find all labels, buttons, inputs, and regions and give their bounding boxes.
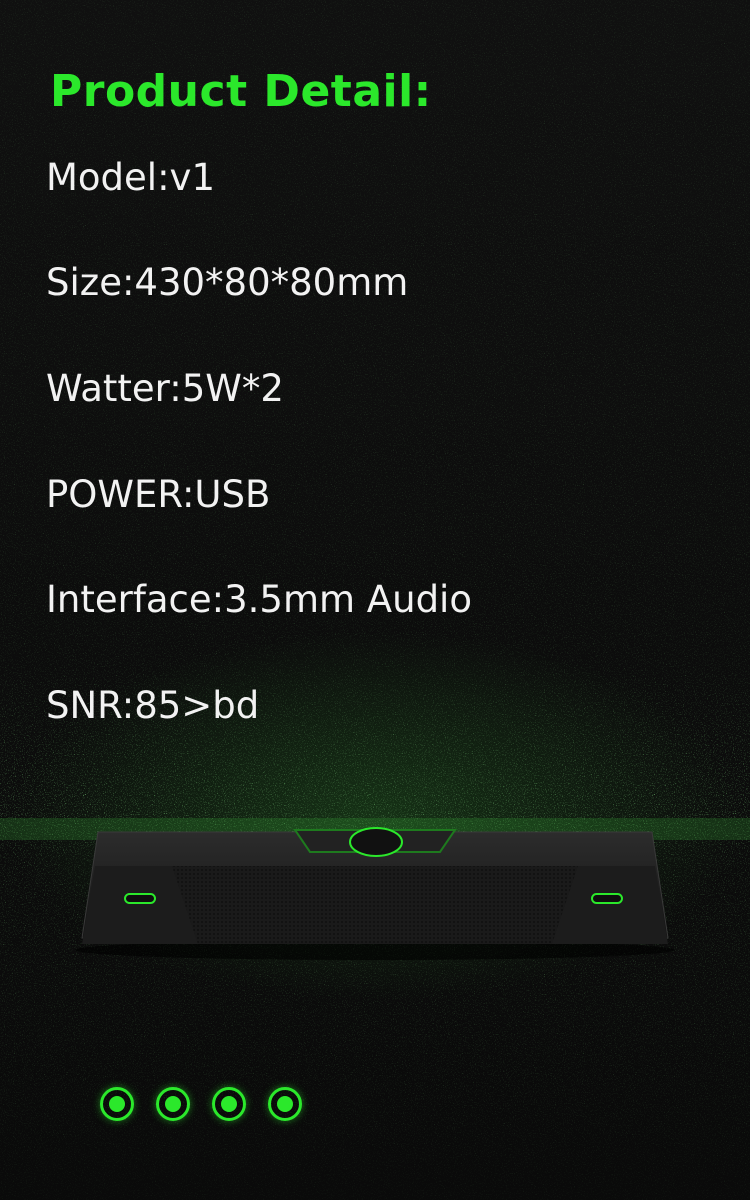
spec-snr: SNR:85>bd <box>46 684 260 727</box>
dot-fill <box>109 1096 125 1112</box>
spec-model: Model:v1 <box>46 156 215 199</box>
carousel-dot-1[interactable] <box>100 1087 134 1121</box>
soundbar-speaker-image <box>75 827 675 960</box>
spec-power: POWER:USB <box>46 473 271 516</box>
spec-wattage: Watter:5W*2 <box>46 367 284 410</box>
carousel-dot-3[interactable] <box>212 1087 246 1121</box>
spec-interface: Interface:3.5mm Audio <box>46 578 472 621</box>
page-title: Product Detail: <box>50 66 432 117</box>
dot-fill <box>277 1096 293 1112</box>
dot-fill <box>165 1096 181 1112</box>
carousel-dot-2[interactable] <box>156 1087 190 1121</box>
spec-size: Size:430*80*80mm <box>46 261 409 304</box>
carousel-dot-4[interactable] <box>268 1087 302 1121</box>
dot-fill <box>221 1096 237 1112</box>
carousel-indicators <box>100 1087 302 1121</box>
